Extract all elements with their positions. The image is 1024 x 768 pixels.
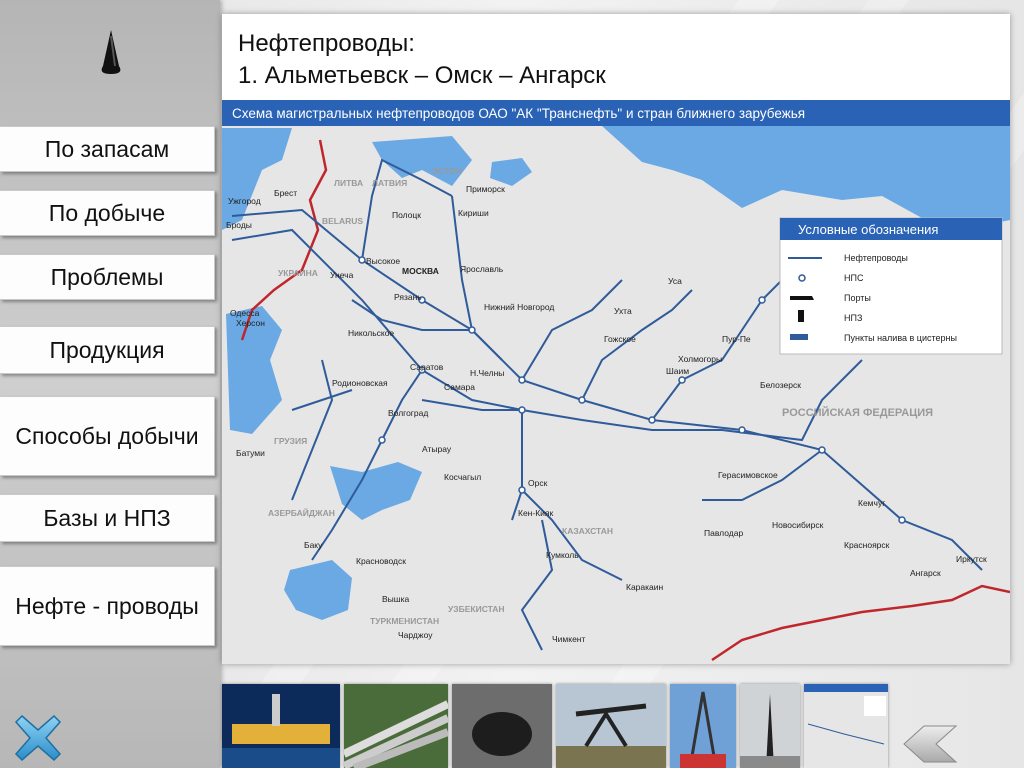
svg-text:Красноярск: Красноярск — [844, 540, 890, 550]
svg-text:УЗБЕКИСТАН: УЗБЕКИСТАН — [448, 604, 505, 614]
svg-text:Волгоград: Волгоград — [388, 408, 428, 418]
nav-button-6[interactable]: Базы и НПЗ — [0, 494, 215, 542]
svg-text:Броды: Броды — [226, 220, 252, 230]
svg-text:Ужгород: Ужгород — [228, 196, 261, 206]
slide-title: Нефтепроводы: 1. Альметьевск – Омск – Ан… — [238, 28, 606, 92]
title-line-2: 1. Альметьевск – Омск – Ангарск — [238, 62, 606, 89]
svg-text:МОСКВА: МОСКВА — [402, 266, 439, 276]
svg-text:Никольское: Никольское — [348, 328, 394, 338]
svg-text:Баку: Баку — [304, 540, 323, 550]
svg-text:Вышка: Вышка — [382, 594, 410, 604]
back-arrow-icon[interactable] — [900, 724, 960, 764]
nav-button-4[interactable]: Продукция — [0, 326, 215, 374]
nav-button-7[interactable]: Нефте - проводы — [0, 566, 215, 646]
svg-text:Высокое: Высокое — [366, 256, 400, 266]
slide-content: Нефтепроводы: 1. Альметьевск – Омск – Ан… — [222, 14, 1010, 664]
svg-text:ЭСТОН: ЭСТОН — [432, 166, 462, 176]
svg-text:ГРУЗИЯ: ГРУЗИЯ — [274, 436, 307, 446]
title-line-1: Нефтепроводы: — [238, 30, 415, 57]
svg-text:Саратов: Саратов — [410, 362, 444, 372]
svg-text:Брест: Брест — [274, 188, 297, 198]
nav-button-1[interactable]: По запасам — [0, 126, 215, 172]
svg-text:Косчагыл: Косчагыл — [444, 472, 481, 482]
svg-text:Чарджоу: Чарджоу — [398, 630, 433, 640]
svg-text:Кен-Кияк: Кен-Кияк — [518, 508, 554, 518]
svg-text:Унеча: Унеча — [330, 270, 354, 280]
svg-text:Павлодар: Павлодар — [704, 528, 743, 538]
svg-text:УКРАИНА: УКРАИНА — [278, 268, 318, 278]
svg-text:Одесса: Одесса — [230, 308, 260, 318]
svg-text:Новосибирск: Новосибирск — [772, 520, 824, 530]
svg-text:Уса: Уса — [668, 276, 682, 286]
svg-text:Полоцк: Полоцк — [392, 210, 421, 220]
svg-text:Ярославль: Ярославль — [460, 264, 504, 274]
thumbnail-gusher[interactable] — [740, 684, 800, 768]
svg-text:Кумколь: Кумколь — [546, 550, 579, 560]
svg-text:Рязань: Рязань — [394, 292, 422, 302]
svg-text:КАЗАХСТАН: КАЗАХСТАН — [562, 526, 613, 536]
svg-text:Шаим: Шаим — [666, 366, 689, 376]
legend-item-loading: Пункты налива в цистерны — [844, 333, 957, 343]
sidebar — [0, 0, 220, 768]
pipeline-map: Схема магистральных нефтепроводов ОАО "А… — [222, 100, 1010, 664]
svg-text:Атырау: Атырау — [422, 444, 452, 454]
legend-item-stations: НПС — [844, 273, 864, 283]
legend-item-pipelines: Нефтепроводы — [844, 253, 908, 263]
svg-text:Герасимовское: Герасимовское — [718, 470, 778, 480]
thumbnail-oil-hands[interactable] — [452, 684, 552, 768]
svg-text:Ангарск: Ангарск — [910, 568, 941, 578]
nav-button-5[interactable]: Способы добычи — [0, 396, 215, 476]
svg-text:Чимкент: Чимкент — [552, 634, 585, 644]
close-icon[interactable] — [12, 712, 64, 764]
svg-text:ЛИТВА: ЛИТВА — [334, 178, 363, 188]
oil-drop-logo-icon — [101, 30, 121, 74]
svg-text:Кириши: Кириши — [458, 208, 489, 218]
svg-text:Херсон: Херсон — [236, 318, 265, 328]
thumbnail-rig[interactable] — [670, 684, 736, 768]
thumbnail-platform[interactable] — [222, 684, 340, 768]
svg-text:Каракаин: Каракаин — [626, 582, 664, 592]
svg-text:Холмогоры: Холмогоры — [678, 354, 722, 364]
svg-text:Приморск: Приморск — [466, 184, 505, 194]
legend-title: Условные обозначения — [798, 222, 938, 237]
svg-text:АЗЕРБАЙДЖАН: АЗЕРБАЙДЖАН — [268, 507, 335, 518]
svg-text:РОССИЙСКАЯ ФЕДЕРАЦИЯ: РОССИЙСКАЯ ФЕДЕРАЦИЯ — [782, 406, 933, 419]
svg-text:Нижний Новгород: Нижний Новгород — [484, 302, 554, 312]
thumbnail-pipes[interactable] — [344, 684, 448, 768]
svg-text:Орск: Орск — [528, 478, 548, 488]
svg-text:Иркутск: Иркутск — [956, 554, 987, 564]
svg-text:Пур-Пе: Пур-Пе — [722, 334, 751, 344]
legend-item-refineries: НПЗ — [844, 313, 862, 323]
thumbnail-pumpjack[interactable] — [556, 684, 666, 768]
svg-text:Ухта: Ухта — [614, 306, 632, 316]
svg-text:Родионовская: Родионовская — [332, 378, 388, 388]
svg-text:ЛАТВИЯ: ЛАТВИЯ — [372, 178, 407, 188]
map-header: Схема магистральных нефтепроводов ОАО "А… — [232, 106, 805, 121]
svg-text:BELARUS: BELARUS — [322, 216, 363, 226]
svg-text:Батуми: Батуми — [236, 448, 265, 458]
svg-text:Н.Челны: Н.Челны — [470, 368, 504, 378]
nav-button-2[interactable]: По добыче — [0, 190, 215, 236]
legend-item-ports: Порты — [844, 293, 871, 303]
nav-button-3[interactable]: Проблемы — [0, 254, 215, 300]
svg-text:ТУРКМЕНИСТАН: ТУРКМЕНИСТАН — [370, 616, 439, 626]
svg-text:Гожское: Гожское — [604, 334, 636, 344]
map-legend: Условные обозначения Нефтепроводы НПС По… — [779, 217, 1003, 355]
svg-text:Самара: Самара — [444, 382, 475, 392]
svg-text:Белозерск: Белозерск — [760, 380, 801, 390]
thumbnail-map[interactable] — [804, 684, 888, 768]
svg-text:Кемчуг: Кемчуг — [858, 498, 885, 508]
svg-text:Красноводск: Красноводск — [356, 556, 406, 566]
thumbnail-strip — [222, 684, 888, 768]
